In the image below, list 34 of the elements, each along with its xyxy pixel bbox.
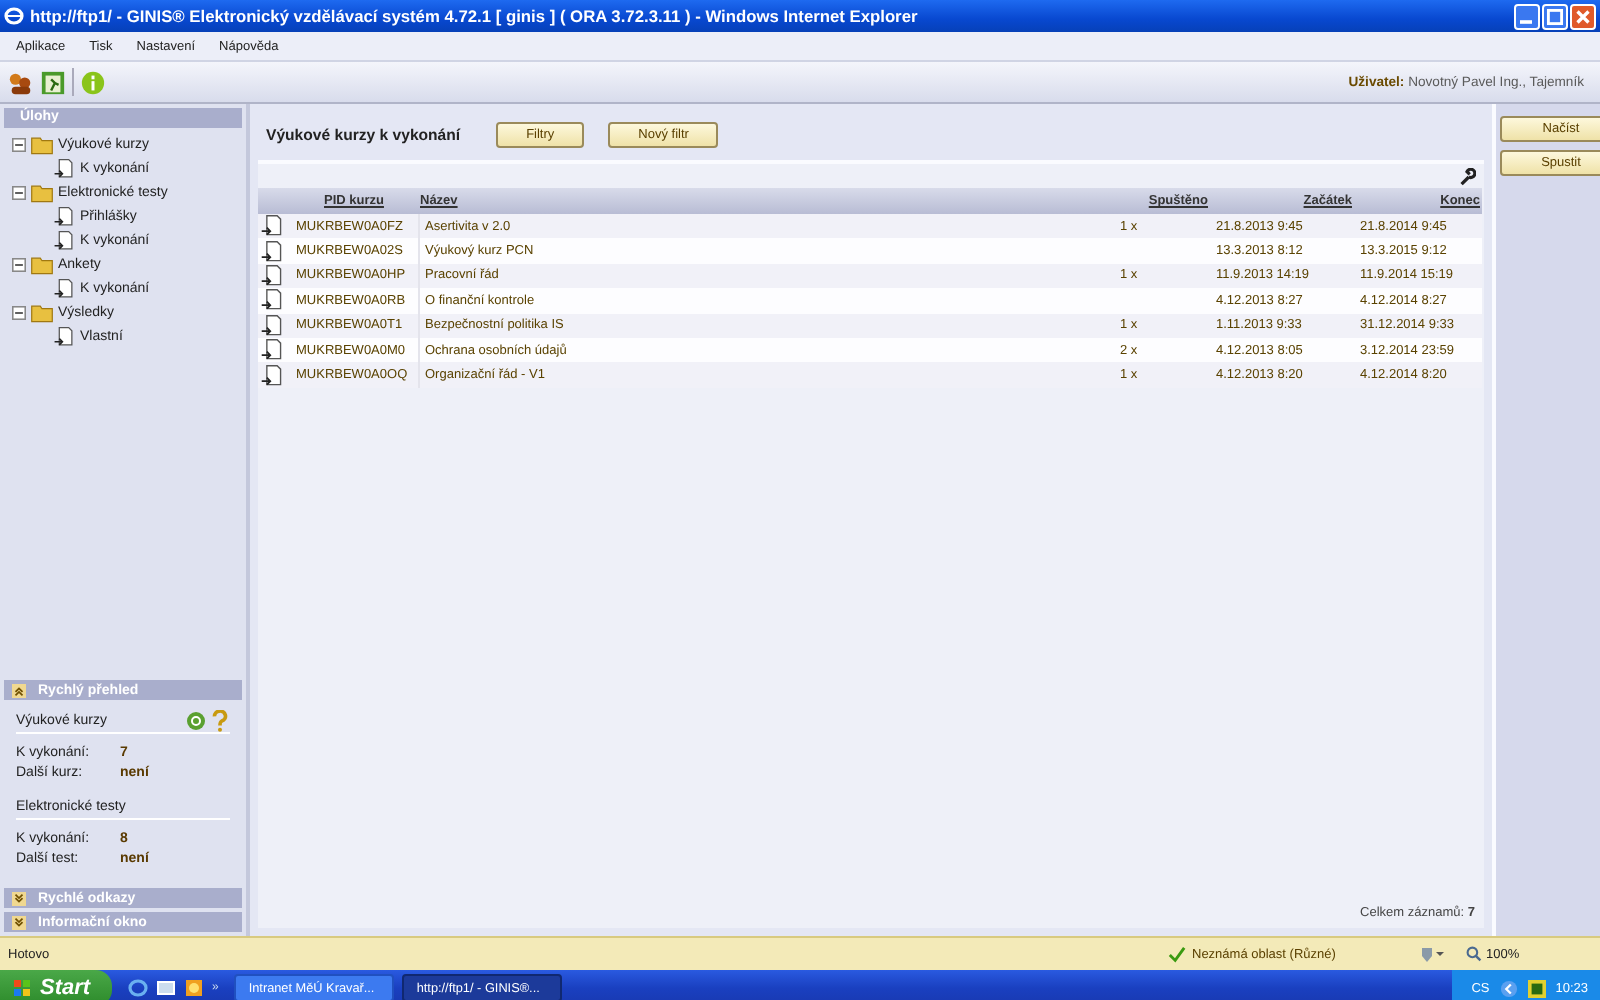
window-title: http://ftp1/ - GINIS® Elektronický vzdělávací systém 4.72.1 [ ginis ] ( ORA 3.72.3.11 ) - Windows Internet Explorer: [30, 6, 918, 26]
checkmark-icon: [1168, 945, 1186, 963]
document-icon: [52, 325, 76, 347]
zoom-icon[interactable]: [1466, 946, 1482, 962]
windows-flag-icon: [12, 978, 32, 998]
close-button[interactable]: [1570, 3, 1596, 29]
refresh-icon[interactable]: [186, 709, 206, 731]
document-icon: [52, 277, 76, 299]
document-icon: [52, 157, 76, 179]
document-icon: [52, 205, 76, 227]
folder-icon: [30, 133, 54, 155]
tray-app-icon[interactable]: [1527, 979, 1546, 997]
shield-icon[interactable]: [1418, 944, 1446, 964]
wrench-icon[interactable]: [1457, 167, 1475, 185]
exit-icon[interactable]: [40, 69, 66, 95]
desktop-icon[interactable]: [156, 978, 176, 998]
folder-icon: [30, 253, 54, 275]
document-icon: [52, 229, 76, 251]
minimize-button[interactable]: [1514, 3, 1540, 29]
minimize-icon: [1520, 19, 1532, 23]
start-button[interactable]: Start: [0, 970, 112, 1000]
browser-icon[interactable]: [128, 978, 148, 998]
folder-icon: [30, 301, 54, 323]
collapse-icon[interactable]: [12, 137, 26, 151]
maximize-icon: [1544, 5, 1566, 27]
browser-icon: [4, 6, 24, 26]
close-icon: [1572, 5, 1594, 27]
tray-arrow-icon[interactable]: [1499, 979, 1518, 997]
collapse-icon[interactable]: [12, 305, 26, 319]
collapse-icon[interactable]: [12, 185, 26, 199]
folder-icon: [30, 181, 54, 203]
people-icon[interactable]: [8, 69, 34, 95]
collapse-icon[interactable]: [12, 257, 26, 271]
maximize-button[interactable]: [1542, 3, 1568, 29]
